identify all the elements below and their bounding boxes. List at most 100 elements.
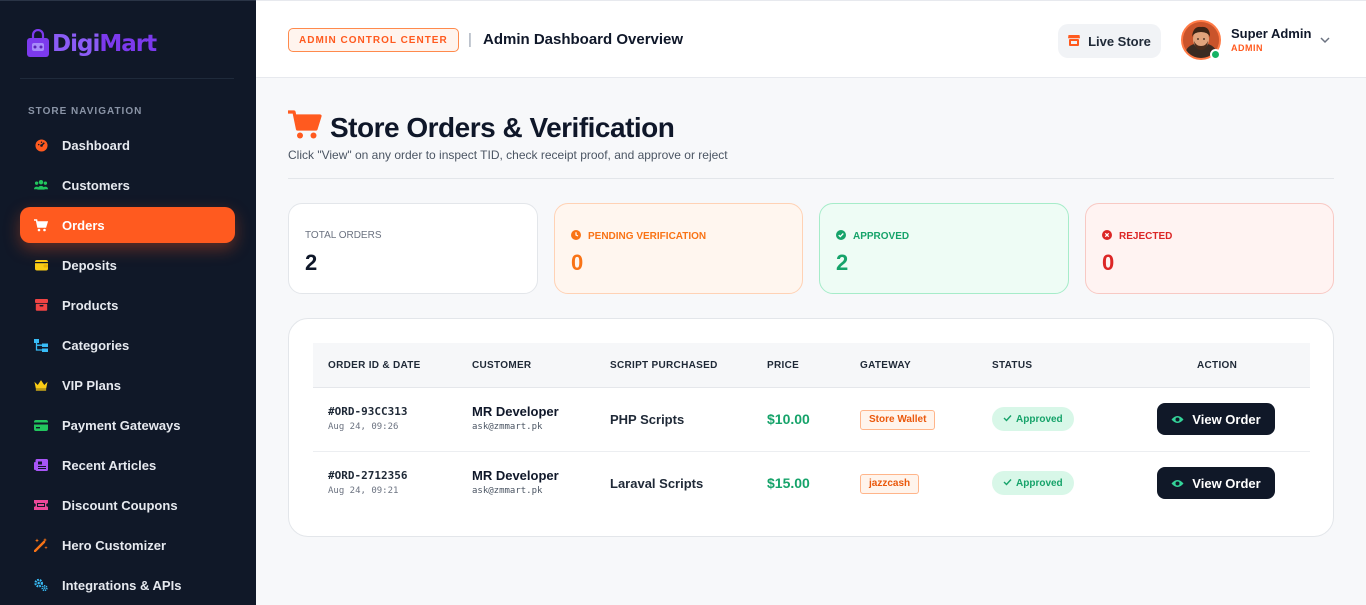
credit-card-icon bbox=[34, 418, 48, 432]
sidebar-item-label: Orders bbox=[62, 217, 105, 233]
brand-name: DigiMart bbox=[52, 31, 157, 57]
order-id: #ORD-93CC313 bbox=[328, 405, 408, 418]
sidebar-item-discount-coupons[interactable]: Discount Coupons bbox=[20, 487, 235, 523]
view-order-label: View Order bbox=[1192, 411, 1261, 427]
customer-email: ask@zmmart.pk bbox=[472, 486, 543, 496]
table-row: #ORD-2712356 Aug 24, 09:21 MR Developer … bbox=[313, 451, 1310, 514]
page-divider bbox=[288, 178, 1334, 179]
action-cell: View Order bbox=[1157, 403, 1275, 435]
eye-icon bbox=[1171, 412, 1184, 427]
stat-card-total-orders: TOTAL ORDERS 2 bbox=[288, 203, 538, 294]
sidebar-item-label: Payment Gateways bbox=[62, 417, 181, 433]
sidebar-item-payment-gateways[interactable]: Payment Gateways bbox=[20, 407, 235, 443]
status-badge: Approved bbox=[992, 407, 1074, 431]
stat-label: PENDING VERIFICATION bbox=[588, 231, 707, 242]
gateway-badge: Store Wallet bbox=[860, 409, 936, 430]
view-order-button[interactable]: View Order bbox=[1157, 467, 1275, 499]
price: $15.00 bbox=[767, 475, 810, 491]
status-cell: Approved bbox=[992, 407, 1074, 431]
page-heading: Store Orders & Verification bbox=[288, 110, 675, 145]
column-header-status[interactable]: STATUS bbox=[992, 360, 1032, 371]
customer-email: ask@zmmart.pk bbox=[472, 422, 543, 432]
live-store-button[interactable]: Live Store bbox=[1058, 24, 1161, 58]
sidebar-item-categories[interactable]: Categories bbox=[20, 327, 235, 363]
sidebar-item-label: Hero Customizer bbox=[62, 537, 167, 553]
live-store-label: Live Store bbox=[1088, 33, 1151, 49]
stat-card-approved: APPROVED 2 bbox=[819, 203, 1069, 294]
order-id-cell: #ORD-93CC313 Aug 24, 09:26 bbox=[328, 405, 407, 432]
stat-value: 2 bbox=[305, 250, 318, 275]
table-header: ORDER ID & DATE CUSTOMER SCRIPT PURCHASE… bbox=[313, 343, 1310, 388]
stat-value: 2 bbox=[836, 250, 849, 275]
eye-icon bbox=[1171, 476, 1184, 491]
column-header-price[interactable]: PRICE bbox=[767, 360, 799, 371]
sidebar-item-deposits[interactable]: Deposits bbox=[20, 247, 235, 283]
stat-label: REJECTED bbox=[1119, 231, 1173, 242]
sidebar-item-dashboard[interactable]: Dashboard bbox=[20, 127, 235, 163]
box-icon bbox=[34, 298, 48, 312]
sidebar-item-label: Dashboard bbox=[62, 137, 130, 153]
sidebar-item-vip-plans[interactable]: VIP Plans bbox=[20, 367, 235, 403]
top-header: ADMIN CONTROL CENTER | Admin Dashboard O… bbox=[256, 0, 1366, 78]
sidebar-item-orders[interactable]: Orders bbox=[20, 207, 235, 243]
page-subtitle: Click "View" on any order to inspect TID… bbox=[288, 148, 728, 162]
view-order-label: View Order bbox=[1192, 475, 1261, 491]
sidebar-item-customers[interactable]: Customers bbox=[20, 167, 235, 203]
view-order-button[interactable]: View Order bbox=[1157, 403, 1275, 435]
order-date: Aug 24, 09:26 bbox=[328, 422, 399, 432]
customer-cell: MR Developer ask@zmmart.pk bbox=[472, 468, 559, 496]
sitemap-icon bbox=[34, 338, 48, 352]
cart-icon bbox=[288, 110, 322, 145]
shopping-bag-logo-icon bbox=[26, 28, 50, 59]
x-circle-icon bbox=[1102, 230, 1112, 243]
column-header-action: ACTION bbox=[1197, 360, 1238, 371]
status-badge: Approved bbox=[992, 471, 1074, 495]
stat-label-row: REJECTED bbox=[1102, 230, 1172, 243]
sidebar-item-label: Products bbox=[62, 297, 119, 313]
online-status-dot bbox=[1210, 49, 1221, 60]
sidebar-item-recent-articles[interactable]: Recent Articles bbox=[20, 447, 235, 483]
order-id-cell: #ORD-2712356 Aug 24, 09:21 bbox=[328, 469, 407, 496]
sidebar-divider bbox=[20, 78, 234, 79]
stat-card-rejected: REJECTED 0 bbox=[1085, 203, 1334, 294]
brand-name-part1: Digi bbox=[52, 31, 100, 57]
user-name: Super Admin bbox=[1231, 26, 1312, 41]
dashboard-gauge-icon bbox=[34, 138, 48, 152]
sidebar-item-label: Deposits bbox=[62, 257, 117, 273]
sidebar-item-hero-customizer[interactable]: Hero Customizer bbox=[20, 527, 235, 563]
ticket-icon bbox=[34, 498, 48, 512]
sidebar-item-label: Recent Articles bbox=[62, 457, 157, 473]
stat-value: 0 bbox=[571, 250, 584, 275]
customer-name: MR Developer bbox=[472, 404, 559, 419]
sidebar-item-label: Categories bbox=[62, 337, 130, 353]
customer-cell: MR Developer ask@zmmart.pk bbox=[472, 404, 559, 432]
storefront-icon bbox=[1068, 34, 1081, 49]
stat-card-pending-verification: PENDING VERIFICATION 0 bbox=[554, 203, 803, 294]
column-header-gateway[interactable]: GATEWAY bbox=[860, 360, 911, 371]
nav-heading: STORE NAVIGATION bbox=[28, 106, 143, 117]
sidebar-item-integrations[interactable]: Integrations & APIs bbox=[20, 567, 235, 603]
check-icon bbox=[1003, 478, 1012, 489]
header-separator: | bbox=[468, 31, 472, 48]
stat-label-row: PENDING VERIFICATION bbox=[571, 230, 706, 243]
brand-logo[interactable]: DigiMart bbox=[26, 27, 157, 61]
sidebar: DigiMart STORE NAVIGATION Dashboard Cust… bbox=[0, 0, 256, 605]
customer-name: MR Developer bbox=[472, 468, 559, 483]
column-header-script[interactable]: SCRIPT PURCHASED bbox=[610, 360, 718, 371]
gateway-cell: jazzcash bbox=[860, 473, 920, 494]
cogs-icon bbox=[34, 578, 48, 592]
table-row: #ORD-93CC313 Aug 24, 09:26 MR Developer … bbox=[313, 388, 1310, 451]
check-icon bbox=[1003, 414, 1012, 425]
stat-label: APPROVED bbox=[853, 231, 910, 242]
sidebar-item-products[interactable]: Products bbox=[20, 287, 235, 323]
status-cell: Approved bbox=[992, 471, 1074, 495]
order-date: Aug 24, 09:21 bbox=[328, 486, 399, 496]
script-name: Laraval Scripts bbox=[610, 476, 704, 491]
brand-name-part2: Mart bbox=[99, 31, 157, 57]
column-header-order-id[interactable]: ORDER ID & DATE bbox=[328, 360, 421, 371]
column-header-customer[interactable]: CUSTOMER bbox=[472, 360, 531, 371]
order-id: #ORD-2712356 bbox=[328, 469, 408, 482]
chevron-down-icon[interactable] bbox=[1318, 33, 1332, 47]
page-title: Store Orders & Verification bbox=[330, 111, 675, 143]
crown-icon bbox=[34, 378, 48, 392]
